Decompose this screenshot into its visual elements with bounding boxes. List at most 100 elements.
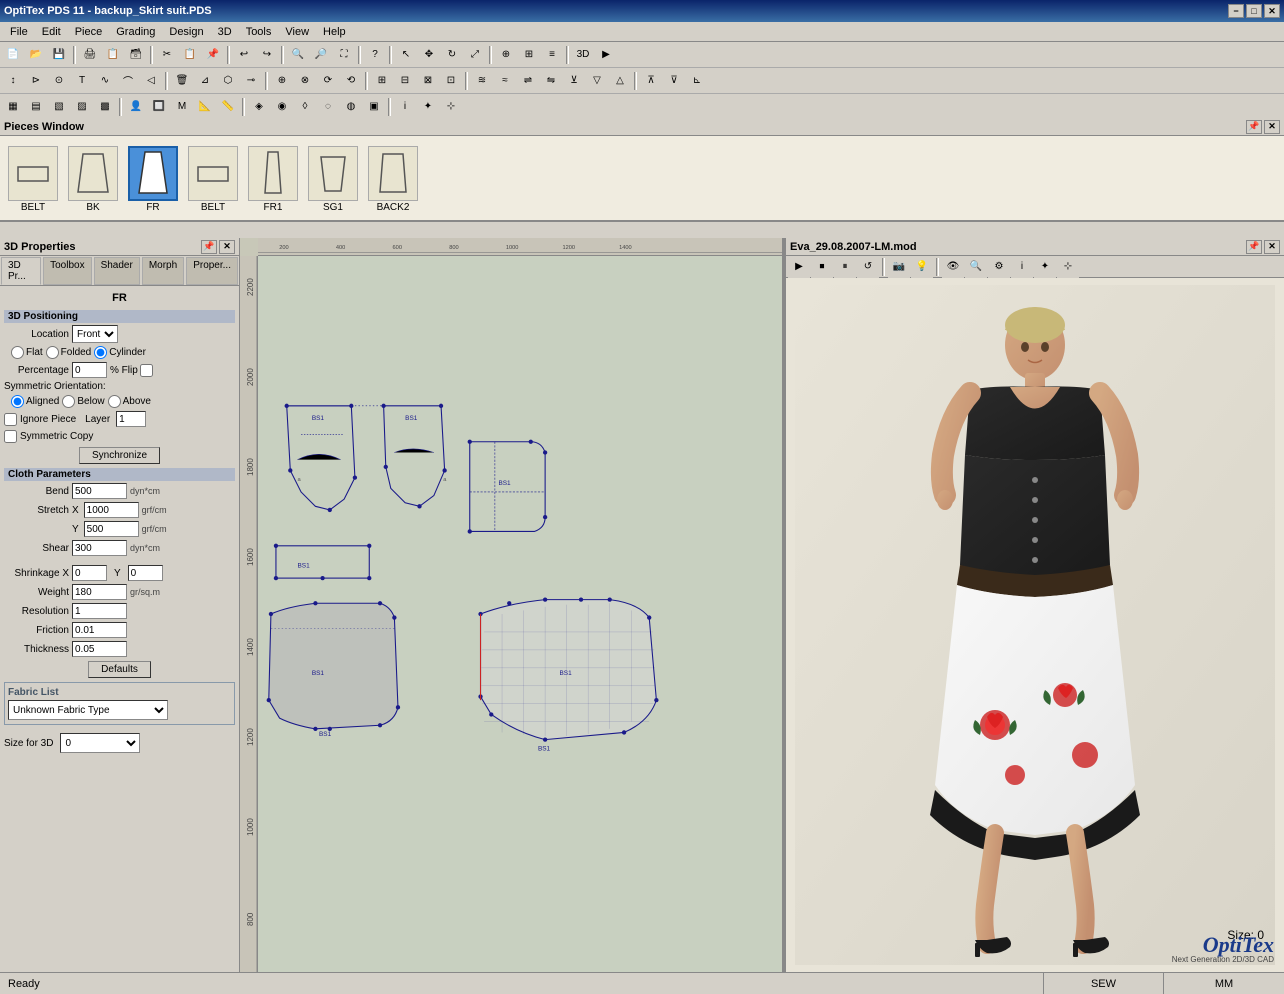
view-pin-button[interactable]: 📌 bbox=[1246, 240, 1262, 254]
piece-fr1[interactable]: FR1 bbox=[244, 146, 302, 213]
view-tb-1[interactable]: ▶ bbox=[788, 256, 810, 278]
tb3-2[interactable]: ▤ bbox=[25, 96, 47, 118]
flat-radio[interactable] bbox=[11, 346, 24, 359]
zoom-out-button[interactable]: 🔎 bbox=[310, 44, 332, 66]
tb2-27[interactable]: ⊼ bbox=[640, 70, 662, 92]
piece-bk[interactable]: BK bbox=[64, 146, 122, 213]
tb2-16[interactable]: ⊞ bbox=[371, 70, 393, 92]
props-close-button[interactable]: ✕ bbox=[219, 240, 235, 254]
tb3-10[interactable]: 📏 bbox=[217, 96, 239, 118]
tb3-1[interactable]: ▦ bbox=[2, 96, 24, 118]
size-3d-select[interactable]: 0 bbox=[60, 733, 140, 753]
stretch-y-input[interactable] bbox=[84, 521, 139, 537]
tb3-9[interactable]: 📐 bbox=[194, 96, 216, 118]
view-tb-9[interactable]: ⚙ bbox=[988, 256, 1010, 278]
tab-proper[interactable]: Proper... bbox=[186, 257, 238, 285]
copy-button[interactable]: 📋 bbox=[179, 44, 201, 66]
fabric-dropdown[interactable]: Unknown Fabric Type bbox=[8, 700, 168, 720]
print3-button[interactable]: 🗃 bbox=[125, 44, 147, 66]
paste-button[interactable]: 📌 bbox=[202, 44, 224, 66]
tb2-8[interactable]: 🗑 bbox=[171, 70, 193, 92]
tb2-15[interactable]: ⟲ bbox=[340, 70, 362, 92]
tb2-24[interactable]: ⊻ bbox=[563, 70, 585, 92]
save-button[interactable]: 💾 bbox=[48, 44, 70, 66]
tb2-6[interactable]: ⌒ bbox=[117, 70, 139, 92]
sym-copy-checkbox[interactable] bbox=[4, 430, 17, 443]
tb3-7[interactable]: 🔲 bbox=[148, 96, 170, 118]
location-select[interactable]: FrontBackLeftRight bbox=[72, 325, 118, 343]
pieces-pin-button[interactable]: 📌 bbox=[1246, 120, 1262, 134]
ignore-piece-checkbox[interactable] bbox=[4, 413, 17, 426]
tb2-12[interactable]: ⊕ bbox=[271, 70, 293, 92]
pattern-drawing[interactable]: BS1 a BS1 a bbox=[258, 256, 782, 972]
tb2-9[interactable]: ⊿ bbox=[194, 70, 216, 92]
tb3-3[interactable]: ▧ bbox=[48, 96, 70, 118]
tb3-8[interactable]: M bbox=[171, 96, 193, 118]
tab-shader[interactable]: Shader bbox=[94, 257, 140, 285]
help-button[interactable]: ? bbox=[364, 44, 386, 66]
tb3-18[interactable]: ✦ bbox=[417, 96, 439, 118]
tb3-4[interactable]: ▨ bbox=[71, 96, 93, 118]
view-tb-4[interactable]: ↺ bbox=[857, 256, 879, 278]
above-radio[interactable] bbox=[108, 395, 121, 408]
print2-button[interactable]: 📋 bbox=[102, 44, 124, 66]
sim-button[interactable]: ▶ bbox=[595, 44, 617, 66]
below-radio[interactable] bbox=[62, 395, 75, 408]
tb3-16[interactable]: ▣ bbox=[363, 96, 385, 118]
maximize-button[interactable]: □ bbox=[1246, 4, 1262, 18]
tb2-28[interactable]: ⊽ bbox=[663, 70, 685, 92]
align-button[interactable]: ≡ bbox=[541, 44, 563, 66]
pieces-close-button[interactable]: ✕ bbox=[1264, 120, 1280, 134]
view-tb-5[interactable]: 📷 bbox=[888, 256, 910, 278]
friction-input[interactable] bbox=[72, 622, 127, 638]
redo-button[interactable]: ↪ bbox=[256, 44, 278, 66]
tb3-13[interactable]: ◊ bbox=[294, 96, 316, 118]
piece-belt1[interactable]: BELT bbox=[4, 146, 62, 213]
shrinkage-x-input[interactable] bbox=[72, 565, 107, 581]
view-tb-7[interactable]: 👁 bbox=[942, 256, 964, 278]
props-pin-button[interactable]: 📌 bbox=[201, 240, 217, 254]
tb2-19[interactable]: ⊡ bbox=[440, 70, 462, 92]
shear-input[interactable] bbox=[72, 540, 127, 556]
move-button[interactable]: ✥ bbox=[418, 44, 440, 66]
piece-fr[interactable]: FR bbox=[124, 146, 182, 213]
tb2-26[interactable]: △ bbox=[609, 70, 631, 92]
view-tb-6[interactable]: 💡 bbox=[911, 256, 933, 278]
tb3-12[interactable]: ◉ bbox=[271, 96, 293, 118]
view-tb-10[interactable]: i bbox=[1011, 256, 1033, 278]
zoom-in-button[interactable]: 🔍 bbox=[287, 44, 309, 66]
tb3-17[interactable]: i bbox=[394, 96, 416, 118]
tb2-5[interactable]: ∿ bbox=[94, 70, 116, 92]
close-button[interactable]: ✕ bbox=[1264, 4, 1280, 18]
folded-radio[interactable] bbox=[46, 346, 59, 359]
menu-design[interactable]: Design bbox=[163, 25, 209, 39]
tb3-14[interactable]: ◌ bbox=[317, 96, 339, 118]
tb2-11[interactable]: ⊸ bbox=[240, 70, 262, 92]
tb2-10[interactable]: ⬡ bbox=[217, 70, 239, 92]
tb2-4[interactable]: T bbox=[71, 70, 93, 92]
weight-input[interactable] bbox=[72, 584, 127, 600]
tb2-3[interactable]: ⊙ bbox=[48, 70, 70, 92]
select-button[interactable]: ↖ bbox=[395, 44, 417, 66]
tb3-11[interactable]: ◈ bbox=[248, 96, 270, 118]
print-button[interactable]: 🖨 bbox=[79, 44, 101, 66]
tb2-29[interactable]: ⊾ bbox=[686, 70, 708, 92]
zoom-fit-button[interactable]: ⛶ bbox=[333, 44, 355, 66]
open-button[interactable]: 📂 bbox=[25, 44, 47, 66]
tb3-5[interactable]: ▩ bbox=[94, 96, 116, 118]
resolution-input[interactable] bbox=[72, 603, 127, 619]
cylinder-radio[interactable] bbox=[94, 346, 107, 359]
menu-file[interactable]: File bbox=[4, 25, 34, 39]
tab-3dpr[interactable]: 3D Pr... bbox=[1, 257, 41, 285]
tb2-13[interactable]: ⊗ bbox=[294, 70, 316, 92]
minimize-button[interactable]: − bbox=[1228, 4, 1244, 18]
percentage-input[interactable] bbox=[72, 362, 107, 378]
view-tb-2[interactable]: ⏹ bbox=[811, 256, 833, 278]
snap-button[interactable]: ⊕ bbox=[495, 44, 517, 66]
view-close-button[interactable]: ✕ bbox=[1264, 240, 1280, 254]
grid-button[interactable]: ⊞ bbox=[518, 44, 540, 66]
new-button[interactable]: 📄 bbox=[2, 44, 24, 66]
menu-grading[interactable]: Grading bbox=[110, 25, 161, 39]
tb2-23[interactable]: ⇋ bbox=[540, 70, 562, 92]
tb2-14[interactable]: ⟳ bbox=[317, 70, 339, 92]
